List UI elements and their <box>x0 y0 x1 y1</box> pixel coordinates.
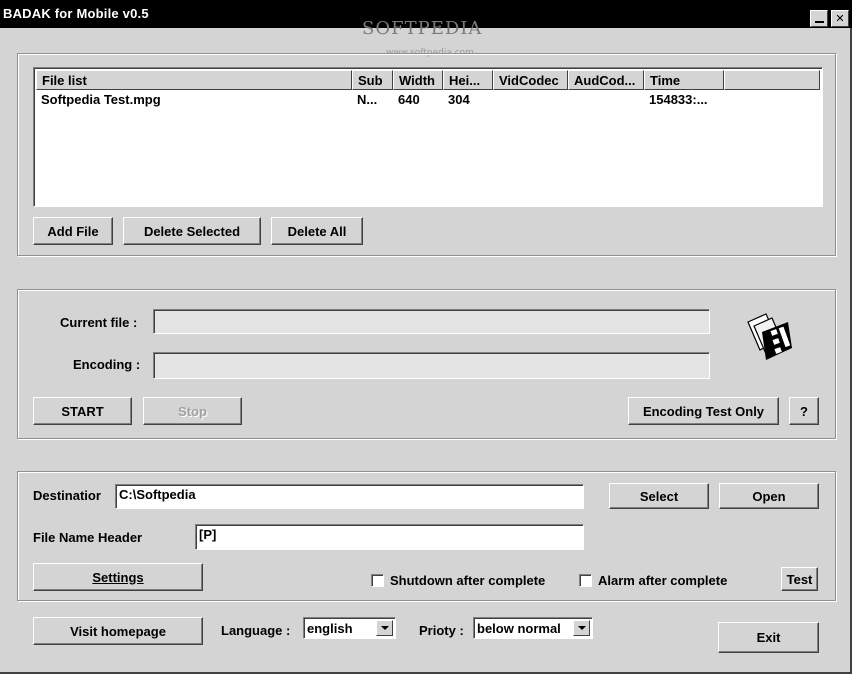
language-value: english <box>307 621 353 636</box>
alarm-checkbox[interactable] <box>579 574 592 587</box>
file-name-header-input[interactable]: [P] <box>195 524 584 550</box>
cell-height: 304 <box>448 92 470 107</box>
file-list-header: File list Sub Width Hei... VidCodec AudC… <box>36 70 820 90</box>
exit-button[interactable]: Exit <box>718 622 819 653</box>
select-button[interactable]: Select <box>609 483 709 509</box>
close-button[interactable]: ✕ <box>831 10 849 27</box>
start-button[interactable]: START <box>33 397 132 425</box>
app-window: BADAK for Mobile v0.5 ✕ SOFTPEDIA www.so… <box>0 0 852 674</box>
minimize-button[interactable] <box>810 10 828 27</box>
cell-time: 154833:... <box>649 92 708 107</box>
column-vidcodec[interactable]: VidCodec <box>493 70 568 90</box>
column-height[interactable]: Hei... <box>443 70 493 90</box>
column-sub[interactable]: Sub <box>352 70 393 90</box>
chevron-down-icon[interactable] <box>376 620 393 636</box>
window-title: BADAK for Mobile v0.5 <box>3 6 149 21</box>
file-list-view[interactable]: File list Sub Width Hei... VidCodec AudC… <box>33 67 823 207</box>
priority-label: Prioty : <box>419 623 464 638</box>
alarm-label[interactable]: Alarm after complete <box>598 573 727 588</box>
encoding-label: Encoding : <box>73 357 141 372</box>
film-icon <box>744 310 794 362</box>
delete-selected-button[interactable]: Delete Selected <box>123 217 261 245</box>
file-name-header-label: File Name Header <box>33 530 143 545</box>
cell-file-name: Softpedia Test.mpg <box>41 92 161 107</box>
encoding-test-button[interactable]: Encoding Test Only <box>628 397 779 425</box>
watermark: SOFTPEDIA <box>362 18 483 39</box>
shutdown-checkbox[interactable] <box>371 574 384 587</box>
current-file-label: Current file : <box>60 315 138 330</box>
cell-vidcodec <box>493 91 568 109</box>
table-row[interactable]: Softpedia Test.mpg N... 640 304 154833:.… <box>36 91 724 109</box>
column-audcodec[interactable]: AudCod... <box>568 70 644 90</box>
settings-label: Settings <box>92 569 144 585</box>
encoding-progress-bar <box>153 352 710 379</box>
help-button[interactable]: ? <box>789 397 819 425</box>
priority-value: below normal <box>477 621 561 636</box>
delete-all-button[interactable]: Delete All <box>271 217 363 245</box>
language-label: Language : <box>221 623 291 638</box>
language-select[interactable]: english <box>303 617 396 639</box>
visit-homepage-button[interactable]: Visit homepage <box>33 617 203 645</box>
priority-select[interactable]: below normal <box>473 617 593 639</box>
cell-sub: N... <box>357 92 378 107</box>
column-width[interactable]: Width <box>393 70 443 90</box>
current-file-field <box>153 309 710 334</box>
chevron-down-icon[interactable] <box>573 620 590 636</box>
stop-button[interactable]: Stop <box>143 397 242 425</box>
close-icon: ✕ <box>835 12 845 25</box>
shutdown-label[interactable]: Shutdown after complete <box>390 573 545 588</box>
open-button[interactable]: Open <box>719 483 819 509</box>
cell-width: 640 <box>398 92 420 107</box>
cell-audcodec <box>568 91 644 109</box>
column-filler <box>724 70 820 90</box>
destination-input[interactable]: C:\Softpedia <box>115 484 584 509</box>
test-button[interactable]: Test <box>781 567 818 591</box>
destination-label: Destinatior <box>33 488 101 503</box>
settings-button[interactable]: Settings <box>33 563 203 591</box>
column-file-list[interactable]: File list <box>36 70 352 90</box>
column-time[interactable]: Time <box>644 70 724 90</box>
add-file-button[interactable]: Add File <box>33 217 113 245</box>
